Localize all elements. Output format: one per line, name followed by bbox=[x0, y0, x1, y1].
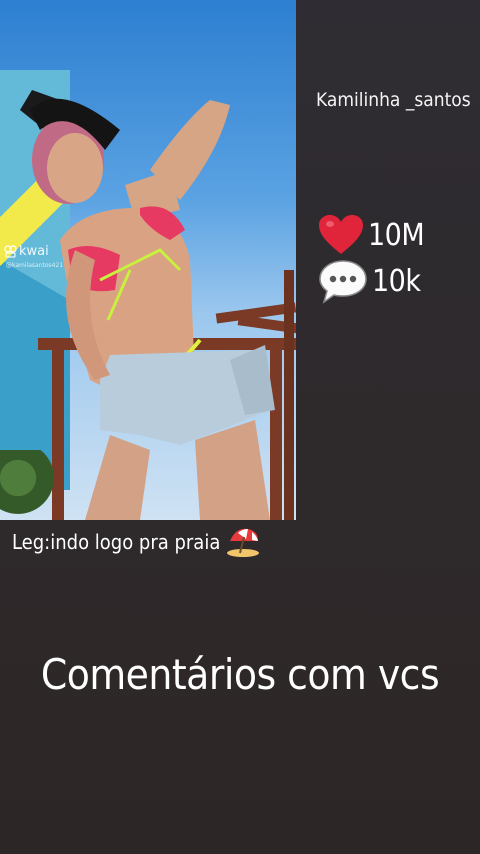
beach-umbrella-icon bbox=[227, 528, 260, 557]
likes-stat[interactable]: 10M bbox=[318, 214, 425, 256]
caption-text: Leg:indo logo pra praia bbox=[12, 530, 221, 554]
comments-cta: Comentários com vcs bbox=[40, 650, 440, 699]
comments-count: 10k bbox=[372, 263, 421, 299]
caption: Leg:indo logo pra praia bbox=[12, 527, 260, 557]
video-frame[interactable]: kwai @kamilasantos421 bbox=[0, 0, 296, 520]
likes-count: 10M bbox=[368, 217, 425, 253]
dancer-figure bbox=[20, 90, 275, 520]
kwai-label: kwai bbox=[19, 244, 49, 259]
kwai-logo-icon bbox=[4, 245, 17, 258]
speech-bubble-icon bbox=[319, 260, 367, 304]
kwai-handle: @kamilasantos421 bbox=[6, 262, 64, 269]
username[interactable]: Kamilinha _santos bbox=[316, 89, 471, 111]
heart-icon bbox=[319, 215, 363, 254]
comments-stat[interactable]: 10k bbox=[318, 258, 421, 304]
kwai-watermark: kwai bbox=[4, 244, 49, 259]
